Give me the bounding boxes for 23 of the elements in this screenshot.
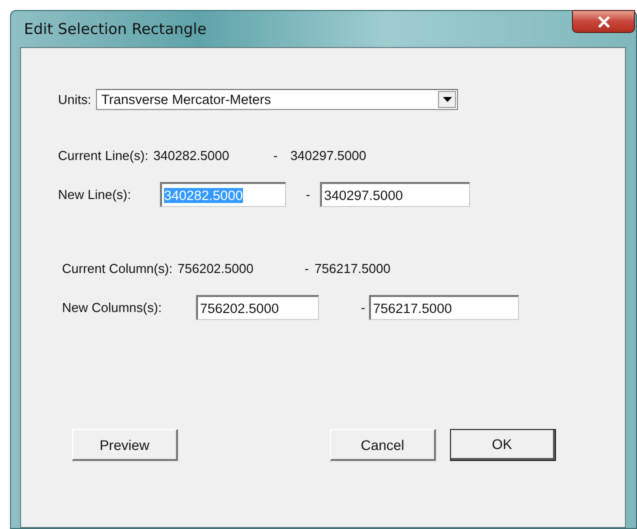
current-value: 340297.5000 xyxy=(290,148,366,162)
current-range-label: Current Line(s): xyxy=(58,148,148,162)
units-dropdown[interactable]: Transverse Mercator-Meters xyxy=(96,89,458,110)
ok-button[interactable]: OK xyxy=(450,429,556,461)
input-field[interactable]: 756202.5000 xyxy=(196,295,319,320)
range-separator: - xyxy=(304,187,312,202)
current-range-label: Current Column(s): xyxy=(62,260,173,276)
current-value: 340282.5000 xyxy=(153,148,230,162)
new-range-label: New Columns(s): xyxy=(62,300,163,315)
input-field[interactable]: 340297.5000 xyxy=(320,182,470,207)
range-separator: - xyxy=(273,148,279,162)
range-separator: - xyxy=(360,300,366,315)
close-button[interactable] xyxy=(572,10,635,33)
range-separator: - xyxy=(304,260,310,276)
current-value: 756217.5000 xyxy=(314,260,390,276)
preview-button[interactable]: Preview xyxy=(72,429,178,461)
close-icon xyxy=(596,16,610,28)
window-title: Edit Selection Rectangle xyxy=(24,20,206,38)
input-field[interactable]: 756217.5000 xyxy=(369,295,519,320)
current-value: 756202.5000 xyxy=(178,260,254,276)
new-range-label: New Line(s): xyxy=(58,187,132,202)
cancel-button[interactable]: Cancel xyxy=(330,429,436,461)
units-label: Units: xyxy=(58,92,92,107)
